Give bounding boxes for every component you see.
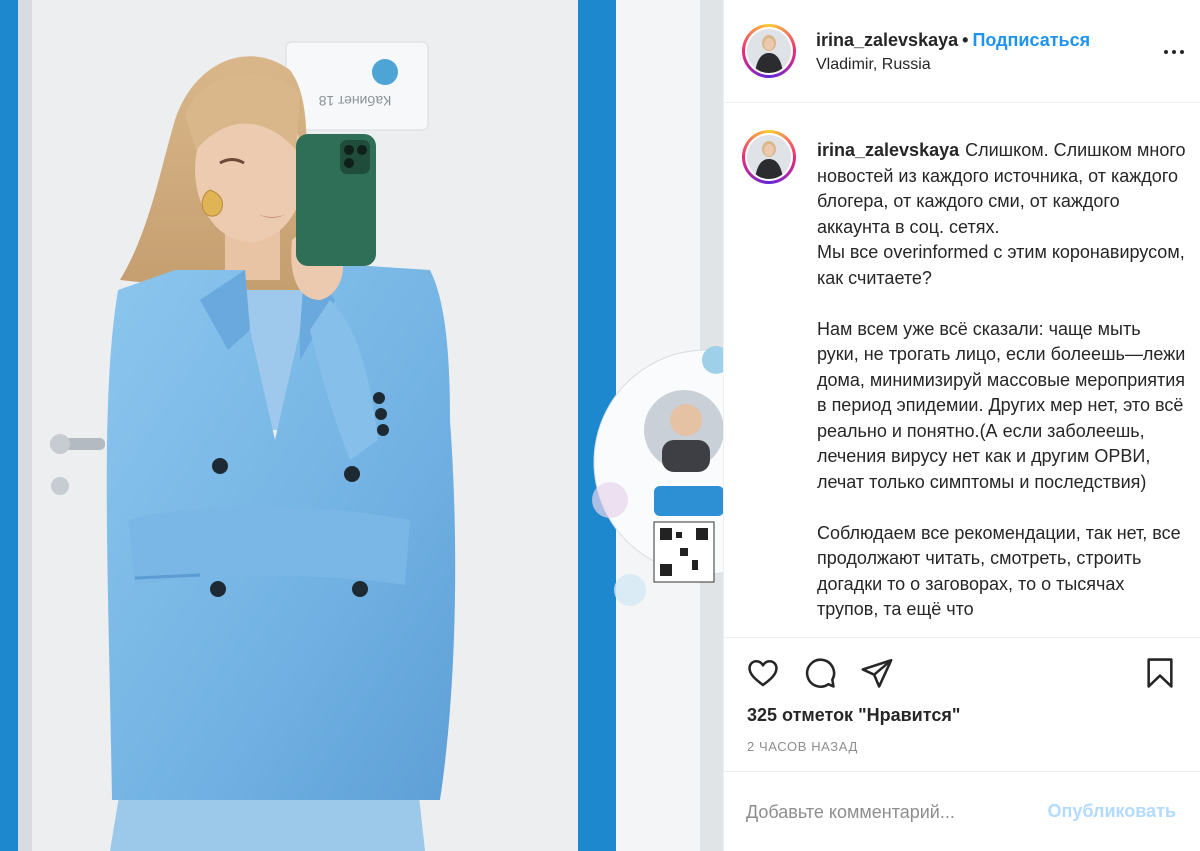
more-horizontal-icon[interactable] (1162, 40, 1186, 64)
avatar-image (745, 133, 793, 181)
post-timestamp[interactable]: 2 ЧАСОВ НАЗАД (747, 739, 858, 754)
post-photo[interactable]: Кабинет 18 (0, 0, 723, 851)
comments-section[interactable]: irina_zalevskaya Слишком. Слишком много н… (724, 104, 1200, 637)
publish-button[interactable]: Опубликовать (1047, 801, 1176, 822)
separator-dot: • (962, 30, 969, 50)
post-photo-graphic: Кабинет 18 (0, 0, 723, 851)
comment-icon[interactable] (803, 656, 837, 690)
author-username[interactable]: irina_zalevskaya (816, 30, 958, 50)
likes-count[interactable]: 325 отметок "Нравится" (747, 705, 960, 726)
header-title-line: irina_zalevskaya • Подписаться (816, 30, 1090, 51)
instagram-post: Кабинет 18 irina_zalevskaya • Подписатьс… (0, 0, 1200, 851)
follow-button[interactable]: Подписаться (972, 30, 1090, 50)
avatar-picture (747, 135, 791, 179)
post-location[interactable]: Vladimir, Russia (816, 56, 931, 74)
avatar-image (745, 27, 793, 75)
heart-icon[interactable] (746, 656, 780, 690)
door-sign-text: Кабинет 18 (318, 93, 391, 109)
caption-text: Слишком. Слишком много новостей из каждо… (817, 140, 1186, 619)
author-avatar[interactable] (742, 24, 796, 78)
post-side-panel: irina_zalevskaya • Подписаться Vladimir, R… (723, 0, 1200, 851)
share-icon[interactable] (860, 656, 894, 690)
comment-input[interactable] (746, 798, 1026, 826)
caption-username[interactable]: irina_zalevskaya (817, 140, 959, 160)
post-caption: irina_zalevskaya Слишком. Слишком много н… (817, 138, 1187, 623)
avatar-picture (747, 29, 791, 73)
add-comment-bar: Опубликовать (724, 771, 1200, 851)
post-actions: 325 отметок "Нравится" 2 ЧАСОВ НАЗАД (724, 637, 1200, 771)
bookmark-icon[interactable] (1143, 656, 1177, 690)
post-header: irina_zalevskaya • Подписаться Vladimir, R… (724, 0, 1200, 103)
caption-author-avatar[interactable] (742, 130, 796, 184)
